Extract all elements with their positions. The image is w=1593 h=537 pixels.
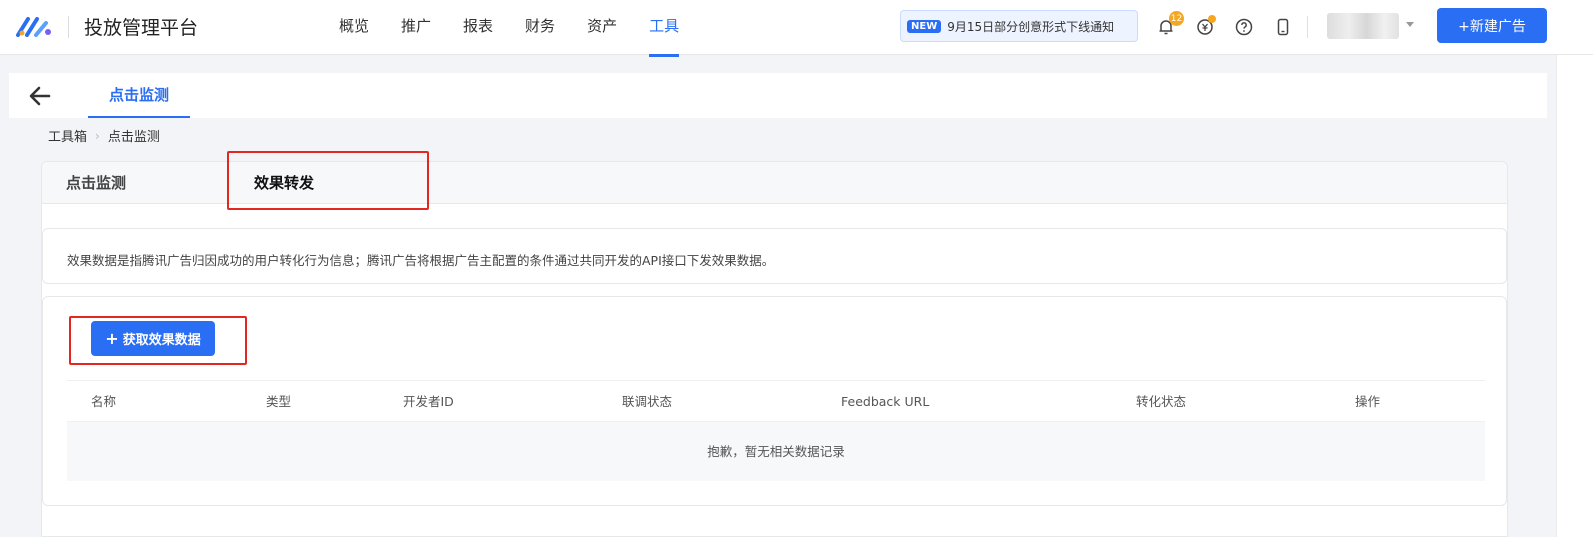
phone-icon[interactable] [1272,16,1294,38]
nav-item-reports[interactable]: 报表 [463,0,493,55]
new-badge: NEW [907,19,942,33]
back-arrow-icon[interactable] [27,83,53,109]
avatar[interactable] [1327,13,1399,39]
chevron-down-icon[interactable] [1406,22,1414,27]
column-header-actions: 操作 [1355,394,1381,409]
toolbar-divider [1307,16,1308,38]
nav-item-assets[interactable]: 资产 [587,0,617,55]
scrollbar[interactable] [1556,55,1593,537]
chevron-right-icon: › [95,128,100,143]
table-body: 抱歉，暂无相关数据记录 [67,422,1485,481]
data-table: 名称 类型 开发者ID 联调状态 Feedback URL 转化状态 操作 抱歉… [67,380,1485,481]
main-nav: 概览 推广 报表 财务 资产 工具 [339,0,711,57]
notice-banner[interactable]: NEW 9月15日部分创意形式下线通知 [900,10,1138,42]
logo-divider [68,16,69,38]
sub-header: 点击监测 [9,73,1547,118]
column-header-debug-status: 联调状态 [622,394,673,409]
column-header-conversion-status: 转化状态 [1136,394,1187,409]
coin-alert-dot [1208,15,1216,23]
nav-item-promotion[interactable]: 推广 [401,0,431,55]
empty-state-text: 抱歉，暂无相关数据记录 [707,444,845,459]
notification-count-badge: 12 [1169,11,1184,26]
tab-conversion-forwarding[interactable]: 效果转发 [254,162,314,204]
get-conversion-data-button[interactable]: + 获取效果数据 [91,321,215,356]
description-box: 效果数据是指腾讯广告归因成功的用户转化行为信息；腾讯广告将根据广告主配置的条件通… [42,228,1507,284]
table-header: 名称 类型 开发者ID 联调状态 Feedback URL 转化状态 操作 [67,380,1485,422]
nav-item-tools[interactable]: 工具 [649,0,680,57]
column-header-developer-id: 开发者ID [403,394,454,409]
column-header-name: 名称 [91,394,117,409]
notice-text: 9月15日部分创意形式下线通知 [947,19,1115,34]
data-panel: + 获取效果数据 名称 类型 开发者ID 联调状态 Feedback URL 转… [42,296,1507,506]
logo-icon[interactable] [16,15,54,37]
help-icon[interactable] [1233,16,1255,38]
column-header-type: 类型 [266,394,292,409]
nav-item-overview[interactable]: 概览 [339,0,369,55]
description-text: 效果数据是指腾讯广告归因成功的用户转化行为信息；腾讯广告将根据广告主配置的条件通… [67,253,775,268]
app-title: 投放管理平台 [84,17,199,39]
get-data-button-label: 获取效果数据 [122,333,201,348]
breadcrumb: 工具箱 › 点击监测 [48,126,160,146]
breadcrumb-current: 点击监测 [107,130,160,145]
main-card: 点击监测 效果转发 效果数据是指腾讯广告归因成功的用户转化行为信息；腾讯广告将根… [41,151,1508,537]
tab-click-monitor[interactable]: 点击监测 [88,73,190,118]
tab-click-monitor-inner[interactable]: 点击监测 [66,162,126,204]
plus-icon: + [105,328,119,348]
top-navigation-bar: 投放管理平台 概览 推广 报表 财务 资产 工具 NEW 9月15日部分创意形式… [0,0,1593,57]
card-tabs: 点击监测 效果转发 [42,162,1507,204]
nav-item-finance[interactable]: 财务 [525,0,555,55]
column-header-feedback-url: Feedback URL [841,394,930,409]
new-ad-button[interactable]: +新建广告 [1437,8,1547,43]
breadcrumb-toolbox[interactable]: 工具箱 [48,126,87,145]
